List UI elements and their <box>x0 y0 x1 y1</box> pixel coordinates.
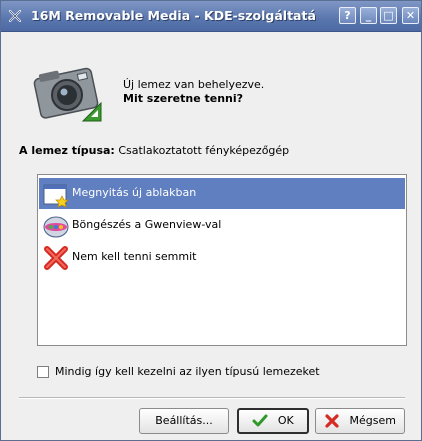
close-button[interactable]: ✕ <box>402 7 419 24</box>
cancel-button[interactable]: Mégsem <box>315 408 405 434</box>
list-item-label: Böngészés a Gwenview-val <box>72 218 222 231</box>
window-menu-icon[interactable] <box>7 8 23 24</box>
minimize-button[interactable]: _ <box>360 7 377 24</box>
camera-icon <box>33 67 102 122</box>
message-line-1: Új lemez van behelyezve. <box>123 78 265 91</box>
ok-button-label: OK <box>277 414 294 427</box>
media-type-label: A lemez típusa: <box>19 144 115 157</box>
dialog-window: 16M Removable Media - KDE-szolgáltatás ?… <box>0 0 422 441</box>
list-item-open-new-window[interactable]: Megnyitás új ablakban <box>39 178 405 209</box>
new-window-icon <box>43 184 69 208</box>
list-item-do-nothing[interactable]: Nem kell tenni semmit <box>39 242 405 273</box>
list-item-label: Nem kell tenni semmit <box>72 250 197 263</box>
help-button[interactable]: ? <box>339 7 356 24</box>
button-separator <box>19 397 405 399</box>
red-x-icon <box>44 246 68 270</box>
media-type-value: Csatlakoztatott fényképezőgép <box>118 144 290 157</box>
list-item-label: Megnyitás új ablakban <box>72 186 197 199</box>
title-bar[interactable]: 16M Removable Media - KDE-szolgáltatás ?… <box>1 1 421 32</box>
list-item-gwenview[interactable]: Böngészés a Gwenview-val <box>39 210 405 241</box>
cancel-x-icon <box>325 414 339 428</box>
window-title: 16M Removable Media - KDE-szolgáltatás <box>31 8 316 23</box>
action-list[interactable]: Megnyitás új ablakban Böngészés a Gwenvi… <box>37 174 407 346</box>
settings-button-label: Beállítás... <box>155 414 213 427</box>
settings-button[interactable]: Beállítás... <box>139 408 229 434</box>
gwenview-icon <box>43 216 69 238</box>
always-handle-label[interactable]: Mindig így kell kezelni az ilyen típusú … <box>55 365 320 378</box>
always-handle-checkbox[interactable] <box>37 366 49 378</box>
media-type-line: A lemez típusa: Csatlakoztatott fényképe… <box>19 144 289 157</box>
ok-button[interactable]: OK <box>237 408 309 434</box>
message-line-2: Mit szeretne tenni? <box>123 92 244 105</box>
cancel-button-label: Mégsem <box>349 414 396 427</box>
checkmark-icon <box>252 414 268 427</box>
maximize-button[interactable]: □ <box>380 7 397 24</box>
